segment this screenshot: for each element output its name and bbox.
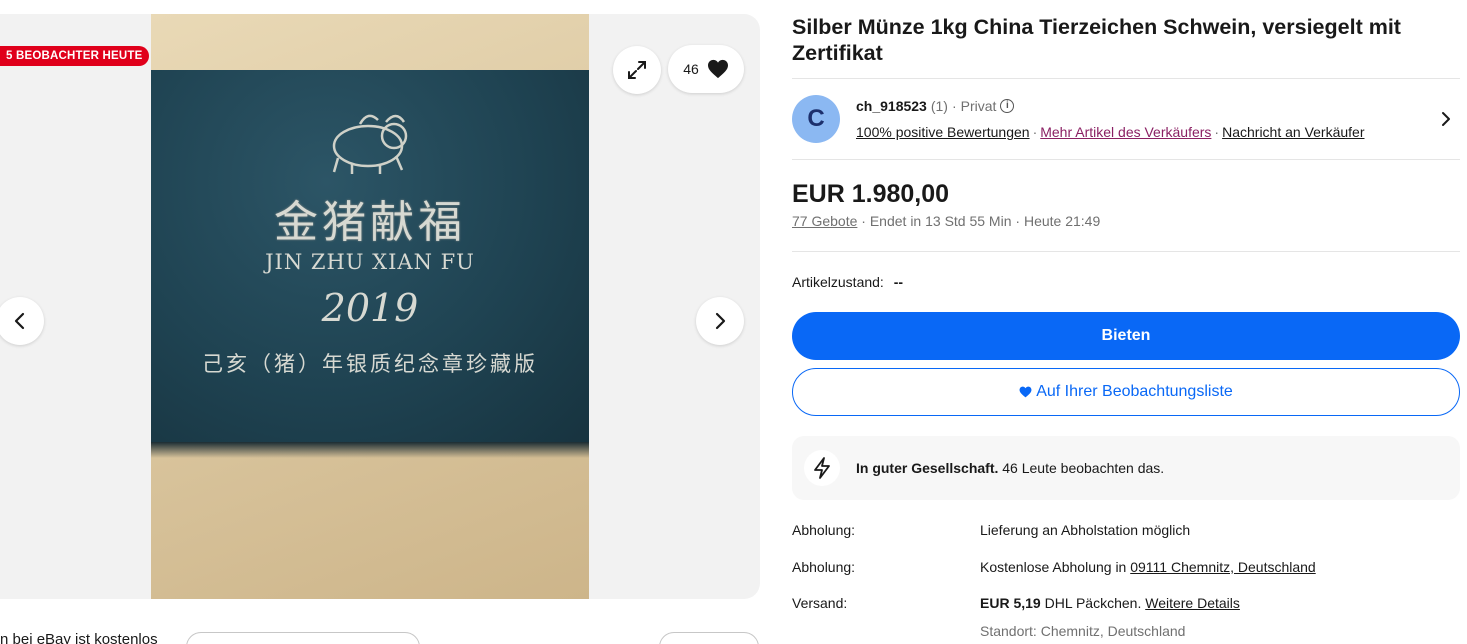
divider — [792, 159, 1460, 160]
ends-at: Heute 21:49 — [1023, 213, 1101, 229]
product-photo[interactable]: 金猪献福 JIN ZHU XIAN FU 2019 己亥（猪）年银质纪念章珍藏版 — [151, 14, 589, 599]
photo-year: 2019 — [321, 286, 419, 330]
condition-value: -- — [893, 274, 904, 290]
bid-button[interactable]: Bieten — [792, 312, 1460, 360]
next-image-button[interactable] — [696, 297, 744, 345]
expand-button[interactable] — [613, 46, 661, 94]
shipping-details-link[interactable]: Weitere Details — [1145, 595, 1240, 611]
lightning-icon — [814, 457, 830, 479]
pickup-location-value: Kostenlose Abholung in 09111 Chemnitz, D… — [980, 559, 1316, 575]
pickup-station-value: Lieferung an Abholstation möglich — [980, 522, 1191, 538]
social-proof-text: In guter Gesellschaft. 46 Leute beobacht… — [856, 460, 1164, 476]
expand-icon — [628, 61, 646, 79]
positive-feedback-link[interactable]: 100% positive Bewertungen — [856, 124, 1030, 140]
item-location: Standort: Chemnitz, Deutschland — [980, 623, 1186, 639]
condition-row: Artikelzustand: -- — [792, 274, 903, 290]
shipping-method: DHL Päckchen. — [1044, 595, 1142, 611]
chevron-right-icon — [715, 312, 726, 330]
listing-title: Silber Münze 1kg China Tierzeichen Schwe… — [792, 15, 1401, 65]
social-proof-detail: 46 Leute beobachten das. — [1002, 460, 1165, 476]
previous-image-button[interactable] — [0, 297, 44, 345]
social-proof-bold: In guter Gesellschaft. — [856, 460, 999, 476]
bottom-button[interactable] — [186, 632, 420, 644]
contact-seller-link[interactable]: Nachricht an Verkäufer — [1222, 124, 1364, 140]
bids-link[interactable]: 77 Gebote — [792, 213, 857, 229]
chevron-left-icon — [14, 312, 25, 330]
pickup-prefix: Kostenlose Abholung in — [980, 559, 1127, 575]
image-gallery: 金猪献福 JIN ZHU XIAN FU 2019 己亥（猪）年银质纪念章珍藏版… — [0, 14, 760, 599]
info-icon[interactable]: i — [1000, 99, 1015, 113]
shipping-label: Versand: — [792, 595, 848, 611]
watchers-badge: 5 BEOBACHTER HEUTE — [0, 46, 149, 66]
current-price: EUR 1.980,00 — [792, 180, 950, 208]
pickup-label: Abholung: — [792, 559, 856, 575]
bottom-button-right[interactable] — [659, 632, 759, 644]
social-proof-box: In guter Gesellschaft. 46 Leute beobacht… — [792, 436, 1460, 500]
chevron-right-icon[interactable] — [1436, 108, 1456, 130]
pickup-location-link[interactable]: 09111 Chemnitz, Deutschland — [1130, 559, 1315, 575]
seller-links: 100% positive Bewertungen · Mehr Artikel d… — [856, 124, 1365, 140]
divider — [792, 251, 1460, 252]
seller-name[interactable]: ch_918523 — [856, 98, 927, 114]
seller-info: ch_918523 (1) · Privat i — [856, 98, 1015, 114]
bid-info: 77 Gebote · Endet in 13 Std 55 Min · Heu… — [792, 213, 1101, 229]
seller-type: Privat — [960, 98, 997, 114]
bottom-partial-text: n bei eBay ist kostenlos — [0, 631, 158, 644]
heart-icon — [707, 59, 728, 79]
pig-emblem-icon — [332, 114, 408, 174]
heart-icon — [1019, 386, 1032, 398]
photo-chinese-title: 金猪献福 — [274, 197, 466, 248]
ends-in: Endet in 13 Std 55 Min — [869, 213, 1012, 229]
pickup-label: Abholung: — [792, 522, 856, 538]
shipping-price: EUR 5,19 — [980, 595, 1041, 611]
separator-dot: · — [951, 98, 957, 114]
watchlist-button[interactable]: Auf Ihrer Beobachtungsliste — [792, 368, 1460, 416]
social-icon-wrap — [804, 450, 840, 486]
watch-count: 46 — [683, 61, 699, 77]
photo-pinyin: JIN ZHU XIAN FU — [265, 250, 475, 274]
shipping-value: EUR 5,19 DHL Päckchen. Weitere Details — [980, 595, 1240, 611]
watch-count-button[interactable]: 46 — [668, 45, 744, 93]
watchlist-label: Auf Ihrer Beobachtungsliste — [1036, 383, 1233, 400]
seller-avatar[interactable]: C — [792, 95, 840, 143]
divider — [792, 78, 1460, 79]
more-items-link[interactable]: Mehr Artikel des Verkäufers — [1040, 124, 1211, 140]
condition-label: Artikelzustand: — [792, 274, 884, 290]
seller-rating-count: (1) — [930, 98, 948, 114]
photo-subtitle: 己亥（猪）年银质纪念章珍藏版 — [202, 352, 538, 376]
